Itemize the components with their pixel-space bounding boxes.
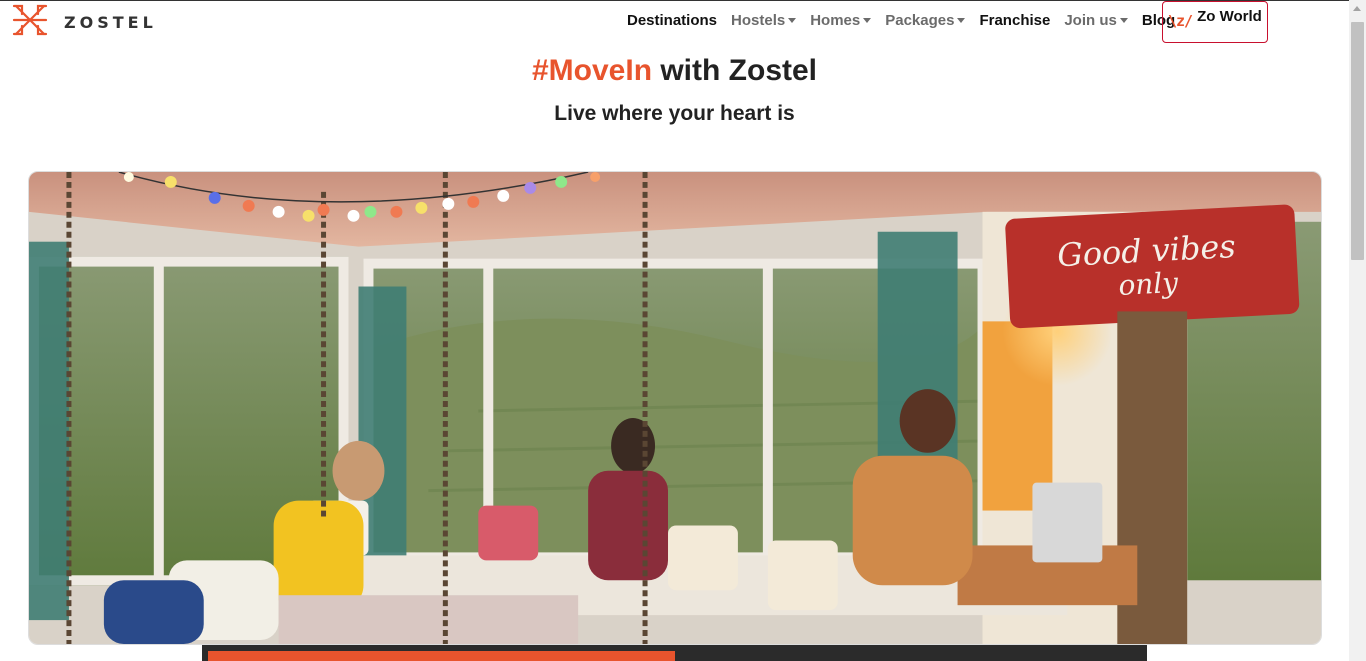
nav-item-franchise[interactable]: Franchise	[979, 12, 1050, 29]
zo-world-label: Zo World	[1197, 8, 1262, 25]
nav-item-label: Hostels	[731, 11, 786, 29]
headline-hashtag: #MoveIn	[531, 54, 653, 87]
sign-line-2: only	[1118, 266, 1180, 302]
bottom-banner-progress	[208, 651, 675, 661]
brand-logo[interactable]: ZOSTEL	[10, 4, 157, 40]
zostel-logo-icon	[10, 2, 50, 43]
nav-item-label: Destinations	[627, 11, 718, 29]
hero-image: Good vibes only	[28, 171, 1322, 645]
nav-item-hostels[interactable]: Hostels	[731, 11, 797, 29]
caret-down-icon	[957, 18, 966, 23]
caret-down-icon	[1119, 18, 1128, 23]
bottom-banner-bar	[202, 645, 1147, 661]
nav-item-label: Packages	[885, 11, 955, 29]
caret-down-icon	[788, 18, 797, 23]
nav-item-label: Homes	[810, 11, 861, 29]
scroll-thumb[interactable]	[1351, 22, 1364, 260]
hero-headline: #MoveIn with Zostel	[0, 54, 1349, 88]
nav-item-label: Franchise	[979, 11, 1051, 29]
scroll-up-arrow-icon[interactable]	[1353, 6, 1361, 11]
main-nav: Destinations Hostels Homes Packages Franchis…	[620, 0, 1182, 40]
headline-rest: with Zostel	[652, 54, 818, 87]
brand-name: ZOSTEL	[64, 12, 157, 32]
page-scrollbar[interactable]	[1349, 0, 1366, 661]
nav-item-label: Join us	[1064, 11, 1117, 29]
hero-subheadline: Live where your heart is	[554, 102, 795, 125]
nav-item-packages[interactable]: Packages	[885, 11, 966, 29]
nav-item-join-us[interactable]: Join us	[1064, 12, 1128, 29]
nav-item-destinations[interactable]: Destinations	[627, 12, 717, 29]
zo-world-button[interactable]: \z/ Zo World	[1162, 1, 1268, 43]
zo-world-icon: \z/	[1168, 12, 1193, 30]
caret-down-icon	[863, 18, 872, 23]
nav-item-homes[interactable]: Homes	[810, 11, 872, 29]
